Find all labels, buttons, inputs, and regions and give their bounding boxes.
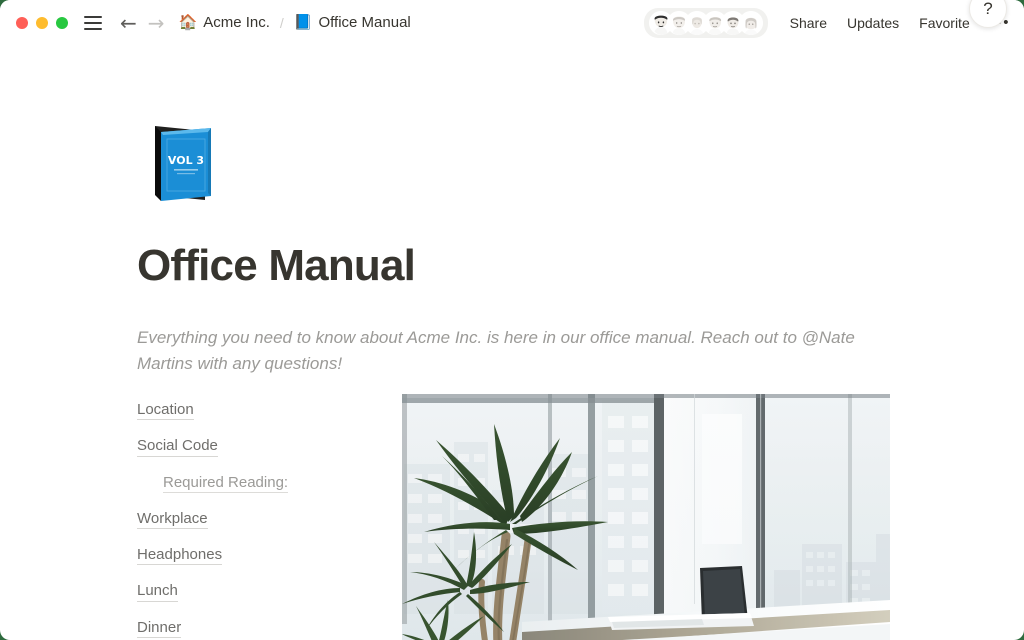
page-title: Office Manual xyxy=(137,241,416,290)
page-icon-blue-book[interactable]: VOL 3 xyxy=(147,122,215,206)
toc-link-workplace[interactable]: Workplace xyxy=(137,510,208,529)
breadcrumb: 🏠 Acme Inc. / 📘 Office Manual xyxy=(179,14,411,31)
hamburger-menu-icon[interactable] xyxy=(84,15,102,30)
breadcrumb-label: Acme Inc. xyxy=(203,14,270,31)
hamburger-line xyxy=(84,15,102,18)
breadcrumb-item-acme-inc[interactable]: 🏠 Acme Inc. xyxy=(179,14,270,31)
breadcrumb-label: Office Manual xyxy=(318,14,411,31)
book-volume-label: VOL 3 xyxy=(168,154,204,167)
topbar-actions: Share Updates Favorite ••• xyxy=(643,7,1010,38)
minimize-window-button[interactable] xyxy=(36,16,48,29)
toc-link-required-reading[interactable]: Required Reading: xyxy=(163,474,289,493)
page-description: Everything you need to know about Acme I… xyxy=(137,328,855,374)
house-emoji: 🏠 xyxy=(178,13,198,31)
close-window-button[interactable] xyxy=(16,16,28,29)
navigation-arrows: ← → xyxy=(120,13,165,33)
app-window: ← → 🏠 Acme Inc. / 📘 Office Manual Share … xyxy=(0,0,1024,640)
avatar[interactable] xyxy=(738,10,763,35)
favorite-button[interactable]: Favorite xyxy=(919,15,970,31)
toc-link-headphones[interactable]: Headphones xyxy=(137,546,223,566)
breadcrumb-item-office-manual[interactable]: 📘 Office Manual xyxy=(294,14,411,31)
forward-arrow-icon[interactable]: → xyxy=(148,13,165,33)
updates-button[interactable]: Updates xyxy=(847,15,899,31)
share-button[interactable]: Share xyxy=(790,15,827,31)
toc-link-social-code[interactable]: Social Code xyxy=(137,437,218,457)
window-titlebar: ← → 🏠 Acme Inc. / 📘 Office Manual Share … xyxy=(0,0,1024,45)
office-photo xyxy=(402,394,890,640)
toc-link-dinner[interactable]: Dinner xyxy=(137,619,182,638)
collaborator-avatars[interactable] xyxy=(643,7,768,38)
toc-link-location[interactable]: Location xyxy=(137,401,194,421)
back-arrow-icon[interactable]: ← xyxy=(120,13,137,33)
window-traffic-lights xyxy=(16,16,68,29)
hamburger-line xyxy=(84,27,102,30)
blue-book-emoji: 📘 xyxy=(293,13,313,31)
breadcrumb-separator: / xyxy=(279,14,284,31)
toc-link-lunch[interactable]: Lunch xyxy=(137,582,178,602)
hamburger-line xyxy=(84,21,102,24)
maximize-window-button[interactable] xyxy=(56,16,68,29)
table-of-contents: Location Social Code Required Reading: W… xyxy=(137,401,382,640)
